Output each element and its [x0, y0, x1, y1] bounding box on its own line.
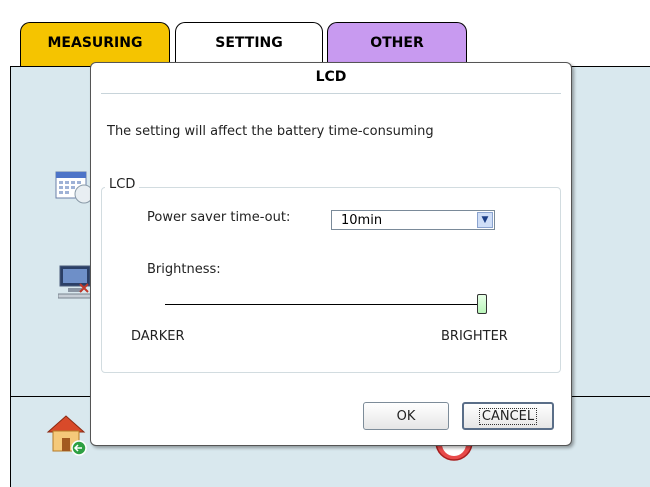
tab-other-label: OTHER — [370, 35, 424, 51]
home-icon[interactable] — [44, 410, 90, 456]
power-saver-select[interactable]: 10min ▼ — [331, 210, 495, 230]
tab-measuring[interactable]: MEASURING — [20, 22, 170, 67]
brightness-label: Brightness: — [147, 262, 221, 277]
power-saver-label: Power saver time-out: — [147, 210, 291, 225]
tab-measuring-label: MEASURING — [47, 35, 143, 51]
groupbox-legend: LCD — [105, 177, 140, 192]
brighter-label: BRIGHTER — [441, 329, 508, 344]
battery-info-text: The setting will affect the battery time… — [107, 124, 434, 139]
lcd-dialog: LCD The setting will affect the battery … — [90, 62, 572, 446]
title-divider — [101, 93, 561, 94]
brightness-slider-track[interactable] — [165, 304, 483, 305]
tab-setting-label: SETTING — [215, 35, 283, 51]
cancel-button-label: CANCEL — [478, 407, 538, 425]
tab-other[interactable]: OTHER — [327, 22, 467, 67]
ok-button-label: OK — [396, 408, 416, 424]
calendar-clock-icon[interactable] — [54, 168, 94, 204]
tab-bar: MEASURING SETTING OTHER — [0, 0, 650, 70]
cancel-button[interactable]: CANCEL — [462, 402, 554, 430]
ok-button[interactable]: OK — [363, 402, 449, 430]
chevron-down-icon[interactable]: ▼ — [477, 212, 493, 228]
power-saver-value: 10min — [341, 213, 383, 228]
brightness-slider-thumb[interactable] — [477, 294, 487, 314]
darker-label: DARKER — [131, 329, 185, 344]
tab-setting[interactable]: SETTING — [175, 22, 323, 67]
dialog-title: LCD — [315, 69, 347, 85]
network-computer-icon[interactable] — [58, 262, 94, 302]
